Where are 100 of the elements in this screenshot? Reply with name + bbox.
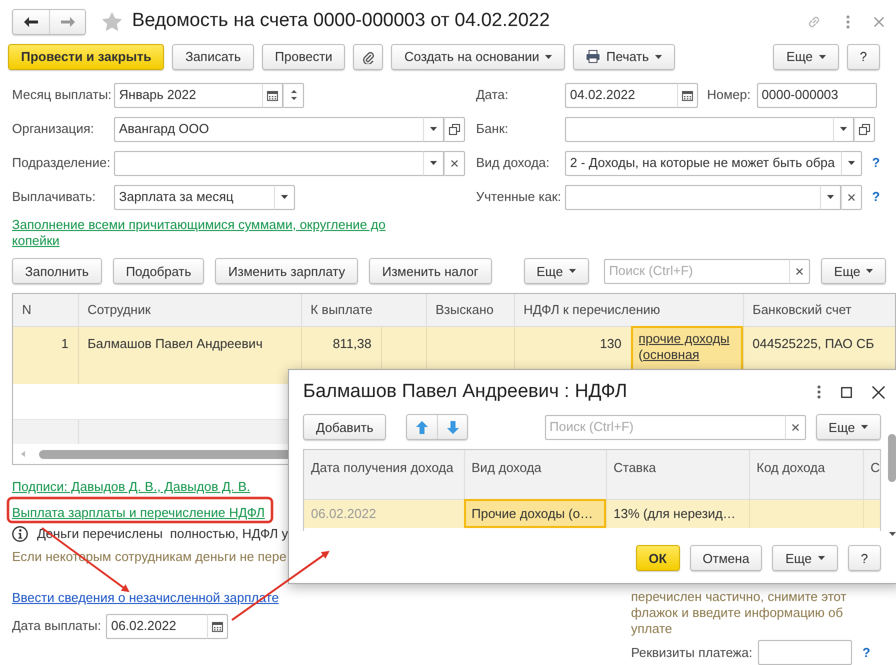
column-header[interactable]: Вид дохода xyxy=(464,450,606,499)
calendar-button[interactable] xyxy=(262,82,283,108)
column-header[interactable]: N xyxy=(13,294,78,326)
input-field[interactable]: 04.02.2022 xyxy=(565,82,677,108)
button[interactable]: Изменить налог xyxy=(369,258,492,284)
input-field[interactable] xyxy=(758,640,852,665)
column-header[interactable]: Банковский счет xyxy=(743,294,895,326)
input-field[interactable] xyxy=(565,184,820,210)
column-header[interactable]: НДФЛ к перечислению xyxy=(514,294,744,326)
field-label: Месяц выплаты: xyxy=(12,86,113,104)
signatures-link[interactable]: Подписи: Давыдов Д. В., Давыдов Д. В. xyxy=(12,477,250,497)
field-label: Учтенные как: xyxy=(476,188,562,206)
clear-button[interactable] xyxy=(444,150,465,176)
column-header[interactable]: С xyxy=(863,450,880,499)
column-header[interactable]: Дата получения дохода xyxy=(304,450,464,499)
clear-button[interactable] xyxy=(784,414,806,440)
maximize-icon xyxy=(841,386,852,398)
right-arrow-icon xyxy=(60,16,74,26)
button[interactable] xyxy=(353,44,384,70)
help-link[interactable]: ? xyxy=(862,642,870,662)
input-field[interactable] xyxy=(565,116,833,142)
calendar-icon xyxy=(267,90,278,100)
button[interactable]: Изменить зарплату xyxy=(215,258,358,284)
field-label: Дата выплаты: xyxy=(12,617,102,636)
input-field[interactable] xyxy=(114,150,423,176)
table-cell[interactable]: 13% (для нерезид… xyxy=(606,499,749,528)
more-dots-icon xyxy=(846,14,850,28)
button[interactable]: ? xyxy=(848,545,881,571)
button[interactable]: Заполнить xyxy=(12,258,102,284)
scrollbar-thumb[interactable] xyxy=(888,434,896,482)
date-field[interactable]: 06.02.2022 xyxy=(106,614,208,638)
clear-icon xyxy=(451,160,458,166)
button[interactable]: ? xyxy=(846,44,880,70)
dropdown-button[interactable] xyxy=(841,150,862,176)
search-field[interactable]: Поиск (Ctrl+F) xyxy=(544,414,785,440)
button[interactable]: Еще xyxy=(773,44,839,70)
income-link[interactable]: прочие доходы (основная xyxy=(638,330,736,366)
button[interactable]: Добавить xyxy=(303,414,386,440)
button[interactable]: Отмена xyxy=(690,545,762,571)
column-header[interactable]: Ставка xyxy=(606,450,749,499)
input-field[interactable]: Январь 2022 xyxy=(114,82,262,108)
caret-icon xyxy=(840,127,847,131)
table-cell[interactable]: Прочие доходы (о… xyxy=(464,499,606,528)
dropdown-button[interactable] xyxy=(423,150,444,176)
column-header[interactable]: Сотрудник xyxy=(78,294,301,326)
open-window-icon xyxy=(449,124,460,134)
clear-button[interactable] xyxy=(788,258,810,284)
field-label: Реквизиты платежа: xyxy=(631,644,752,662)
open-button[interactable] xyxy=(444,116,465,142)
dropdown-button[interactable] xyxy=(423,116,444,142)
input-field[interactable]: 2 - Доходы, на которые не может быть обра xyxy=(565,150,841,176)
button[interactable]: Записать xyxy=(172,44,254,70)
payment-link[interactable]: Выплата зарплаты и перечисление НДФЛ xyxy=(12,505,265,520)
caret-icon xyxy=(861,425,868,429)
column-header[interactable]: Взыскано xyxy=(426,294,514,326)
info-icon xyxy=(12,526,28,542)
up-arrow-icon xyxy=(416,420,428,434)
close-icon xyxy=(872,386,885,398)
spin-button[interactable] xyxy=(283,82,304,108)
field-label: Организация: xyxy=(12,120,96,138)
column-header[interactable]: К выплате xyxy=(301,294,426,326)
button[interactable]: Создать на основании xyxy=(391,44,566,70)
help-link[interactable]: ? xyxy=(872,153,880,173)
caret-icon xyxy=(827,195,834,199)
field-label: Дата: xyxy=(476,86,510,104)
column-header[interactable]: Код дохода xyxy=(749,450,863,499)
scroll-left-icon xyxy=(21,451,25,457)
clear-button[interactable] xyxy=(841,184,862,210)
button[interactable]: Провести xyxy=(262,44,346,70)
fill-settings-link[interactable]: Заполнение всеми причитающимися суммами, округление до копейки xyxy=(12,217,402,249)
field-label: Подразделение: xyxy=(12,154,112,172)
button[interactable]: Еще xyxy=(816,414,881,440)
dropdown-button[interactable] xyxy=(833,116,854,142)
input-field[interactable]: Авангард ООО xyxy=(114,116,423,142)
button[interactable]: Подобрать xyxy=(112,258,204,284)
window-title: Ведомость на счета 0000-000003 от 04.02.2022 xyxy=(132,9,550,34)
button[interactable]: Провести и закрыть xyxy=(8,44,164,70)
button[interactable]: Еще xyxy=(820,258,886,284)
input-field[interactable]: Зарплата за месяц xyxy=(114,184,274,210)
caret-icon xyxy=(568,269,576,273)
button[interactable]: Еще xyxy=(772,545,838,571)
calendar-button[interactable] xyxy=(677,82,698,108)
field-label: Номер: xyxy=(707,86,751,104)
caret-icon xyxy=(818,556,825,560)
caret-icon xyxy=(430,127,437,131)
button[interactable]: ОК xyxy=(636,545,680,571)
field-label: Вид дохода: xyxy=(476,154,551,172)
dropdown-button[interactable] xyxy=(274,184,295,210)
star-icon[interactable] xyxy=(102,12,122,31)
calendar-icon xyxy=(682,90,693,100)
open-button[interactable] xyxy=(854,116,875,142)
dropdown-button[interactable] xyxy=(820,184,841,210)
search-field[interactable]: Поиск (Ctrl+F) xyxy=(604,258,789,284)
button[interactable]: Еще xyxy=(524,258,589,284)
help-link[interactable]: ? xyxy=(872,187,880,207)
vertical-scrollbar[interactable] xyxy=(887,434,896,536)
field-label: Банк: xyxy=(476,120,510,138)
input-field[interactable]: 0000-000003 xyxy=(756,82,877,108)
button[interactable]: Печать xyxy=(573,44,675,70)
calendar-button[interactable] xyxy=(207,614,228,638)
